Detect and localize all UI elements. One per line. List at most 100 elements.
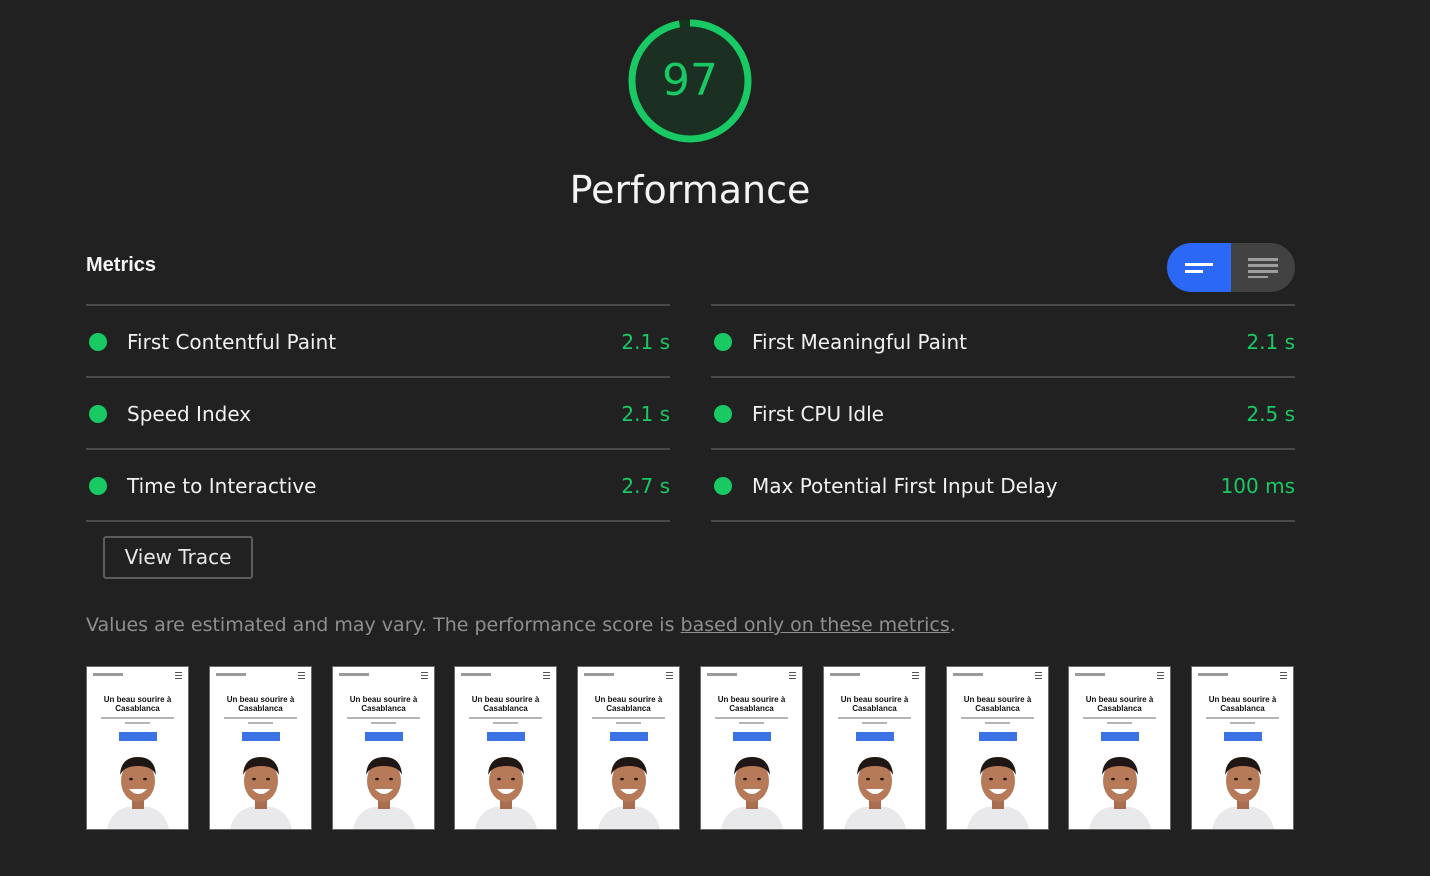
frame-logo — [339, 673, 369, 676]
frame-cta — [610, 732, 648, 741]
metric-label: Max Potential First Input Delay — [752, 474, 1058, 498]
frame-text-line — [961, 717, 1034, 719]
frame-text-line — [248, 722, 273, 724]
frame-cta — [487, 732, 525, 741]
filmstrip-frame: Un beau sourire à Casablanca — [700, 666, 803, 830]
menu-icon — [666, 672, 673, 679]
frame-cta — [1224, 732, 1262, 741]
frame-heading: Un beau sourire à Casablanca — [701, 695, 802, 713]
frame-text-line — [101, 717, 174, 719]
metric-label: First Contentful Paint — [127, 330, 337, 354]
frame-logo — [461, 673, 491, 676]
filmstrip-frame: Un beau sourire à Casablanca — [209, 666, 312, 830]
pass-status-icon — [714, 477, 732, 495]
metric-value: 2.5 s — [1246, 402, 1295, 426]
frame-heading: Un beau sourire à Casablanca — [210, 695, 311, 713]
frame-heading: Un beau sourire à Casablanca — [947, 695, 1048, 713]
frame-text-line — [224, 717, 297, 719]
frame-text-line — [469, 717, 542, 719]
menu-icon — [912, 672, 919, 679]
metrics-view-toggle — [1167, 243, 1295, 292]
frame-cta — [119, 732, 157, 741]
frame-heading-line: Un beau sourire à — [594, 695, 663, 704]
frame-heading: Un beau sourire à Casablanca — [455, 695, 556, 713]
frame-heading-line: Casablanca — [483, 704, 528, 713]
filmstrip-frame: Un beau sourire à Casablanca — [577, 666, 680, 830]
menu-icon — [1157, 672, 1164, 679]
metric-label: First Meaningful Paint — [752, 330, 967, 354]
portrait-image — [475, 757, 537, 829]
metric-label: First CPU Idle — [752, 402, 884, 426]
metric-value: 2.1 s — [621, 330, 670, 354]
frame-heading-line: Un beau sourire à — [963, 695, 1032, 704]
summary-view-button[interactable] — [1167, 243, 1231, 292]
portrait-image — [1212, 757, 1274, 829]
frame-logo — [1198, 673, 1228, 676]
frame-heading-line: Un beau sourire à — [471, 695, 540, 704]
frame-heading-line: Un beau sourire à — [349, 695, 418, 704]
list-view-button[interactable] — [1231, 243, 1295, 292]
frame-logo — [830, 673, 860, 676]
frame-text-line — [125, 722, 150, 724]
scoring-metrics-link[interactable]: based only on these metrics — [681, 614, 950, 636]
pass-status-icon — [714, 333, 732, 351]
frame-heading-line: Un beau sourire à — [717, 695, 786, 704]
filmstrip-frame: Un beau sourire à Casablanca — [1068, 666, 1171, 830]
frame-heading-line: Casablanca — [729, 704, 774, 713]
gauge-title: Performance — [569, 168, 811, 212]
pass-status-icon — [714, 405, 732, 423]
frame-cta — [242, 732, 280, 741]
frame-logo — [953, 673, 983, 676]
estimate-note-end: . — [949, 614, 956, 636]
frame-cta — [856, 732, 894, 741]
frame-cta — [733, 732, 771, 741]
frame-heading: Un beau sourire à Casablanca — [1069, 695, 1170, 713]
frame-logo — [216, 673, 246, 676]
frame-text-line — [592, 717, 665, 719]
estimate-note: Values are estimated and may vary. The p… — [86, 614, 956, 636]
frame-text-line — [493, 722, 518, 724]
filmstrip-frame: Un beau sourire à Casablanca — [86, 666, 189, 830]
frame-text-line — [739, 722, 764, 724]
frame-heading: Un beau sourire à Casablanca — [1192, 695, 1293, 713]
filmstrip-frame: Un beau sourire à Casablanca — [946, 666, 1049, 830]
frame-logo — [584, 673, 614, 676]
metric-row: First CPU Idle 2.5 s — [711, 376, 1295, 448]
list-view-icon — [1248, 257, 1278, 278]
frame-heading: Un beau sourire à Casablanca — [333, 695, 434, 713]
portrait-image — [967, 757, 1029, 829]
frame-heading-line: Casablanca — [238, 704, 283, 713]
metric-row: Speed Index 2.1 s — [86, 376, 670, 448]
gauge-score: 97 — [662, 55, 718, 106]
metrics-column-right: First Meaningful Paint 2.1 s First CPU I… — [711, 304, 1295, 522]
frame-text-line — [371, 722, 396, 724]
portrait-image — [721, 757, 783, 829]
menu-icon — [789, 672, 796, 679]
frame-heading-line: Casablanca — [361, 704, 406, 713]
metric-row: Max Potential First Input Delay 100 ms — [711, 448, 1295, 522]
performance-gauge: 97 — [627, 18, 753, 144]
menu-icon — [543, 672, 550, 679]
pass-status-icon — [89, 333, 107, 351]
metric-row: First Meaningful Paint 2.1 s — [711, 304, 1295, 376]
menu-icon — [1280, 672, 1287, 679]
view-trace-button[interactable]: View Trace — [103, 536, 253, 579]
estimate-note-text: Values are estimated and may vary. The p… — [86, 614, 681, 636]
frame-heading-line: Casablanca — [606, 704, 651, 713]
frame-heading: Un beau sourire à Casablanca — [578, 695, 679, 713]
frame-heading-line: Casablanca — [852, 704, 897, 713]
frame-text-line — [1083, 717, 1156, 719]
filmstrip-frame: Un beau sourire à Casablanca — [332, 666, 435, 830]
frame-heading-line: Casablanca — [115, 704, 160, 713]
frame-logo — [1075, 673, 1105, 676]
portrait-image — [844, 757, 906, 829]
frame-cta — [1101, 732, 1139, 741]
frame-heading-line: Un beau sourire à — [1208, 695, 1277, 704]
frame-heading: Un beau sourire à Casablanca — [87, 695, 188, 713]
portrait-image — [598, 757, 660, 829]
metric-row: Time to Interactive 2.7 s — [86, 448, 670, 522]
portrait-image — [1089, 757, 1151, 829]
frame-logo — [707, 673, 737, 676]
menu-icon — [1035, 672, 1042, 679]
frame-heading-line: Casablanca — [1220, 704, 1265, 713]
